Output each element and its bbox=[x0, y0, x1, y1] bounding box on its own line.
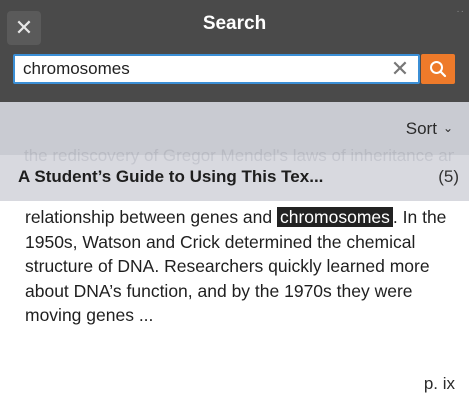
search-bar: ✕ bbox=[0, 48, 469, 102]
panel-title: Search bbox=[202, 13, 267, 34]
search-term-highlight: chromosomes bbox=[277, 207, 393, 227]
resize-handle-icon: ·· bbox=[456, 6, 465, 17]
sort-label: Sort bbox=[405, 119, 437, 138]
search-header: ✕ Search ·· bbox=[0, 0, 469, 48]
result-header: A Student’s Guide to Using This Tex... (… bbox=[0, 155, 469, 201]
sort-button[interactable]: Sort ⌄ bbox=[406, 119, 453, 139]
result-count-badge: (5) bbox=[438, 167, 459, 186]
search-input[interactable] bbox=[23, 56, 383, 82]
result-page-link[interactable]: p. ix bbox=[424, 374, 455, 394]
search-icon bbox=[430, 61, 447, 78]
clear-search-button[interactable]: ✕ bbox=[390, 56, 410, 82]
result-chapter-title[interactable]: A Student’s Guide to Using This Tex... bbox=[18, 167, 323, 187]
chevron-down-icon: ⌄ bbox=[442, 121, 453, 135]
search-button[interactable] bbox=[421, 54, 455, 84]
snippet-text-before: relationship between genes and bbox=[25, 207, 277, 227]
clear-icon: ✕ bbox=[390, 56, 410, 81]
result-snippet[interactable]: relationship between genes and chromosom… bbox=[25, 205, 455, 328]
search-box: ✕ bbox=[13, 54, 420, 84]
search-panel: ✕ Search ·· ✕ Sort⌄ the rediscovery of G… bbox=[0, 0, 469, 415]
